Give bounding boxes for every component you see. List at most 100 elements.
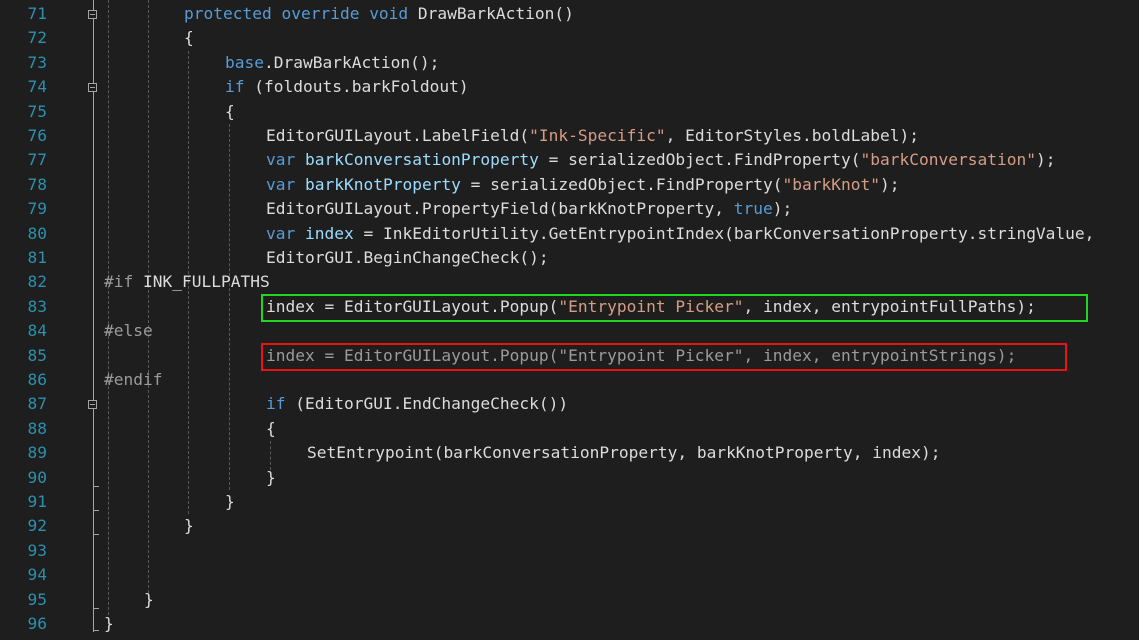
outline-line bbox=[93, 92, 94, 401]
code-line[interactable]: base.DrawBarkAction(); bbox=[225, 51, 439, 75]
outline-end-tick bbox=[93, 534, 99, 536]
code-line[interactable]: var index = InkEditorUtility.GetEntrypoi… bbox=[266, 222, 1094, 246]
line-number: 87 bbox=[27, 394, 48, 414]
code-line[interactable]: var barkKnotProperty = serializedObject.… bbox=[266, 173, 900, 197]
line-number: 74 bbox=[27, 77, 48, 97]
code-token: SetEntrypoint(barkConversationProperty, … bbox=[307, 443, 941, 463]
keyword-token: void bbox=[369, 4, 409, 23]
collapse-toggle-icon[interactable] bbox=[88, 10, 97, 19]
indent-guide bbox=[229, 124, 230, 490]
code-line[interactable]: { bbox=[266, 417, 276, 441]
outline-line bbox=[93, 19, 94, 84]
line-number: 82 bbox=[27, 272, 48, 292]
code-token: { bbox=[225, 101, 235, 121]
line-number: 72 bbox=[27, 28, 48, 48]
keyword-token: if bbox=[266, 394, 286, 414]
code-line[interactable]: } bbox=[144, 588, 154, 612]
code-line[interactable]: } bbox=[184, 514, 194, 538]
code-token: = serializedObject.FindProperty( bbox=[538, 150, 861, 170]
code-line[interactable]: var barkConversationProperty = serialize… bbox=[266, 148, 1055, 172]
string-token: "Ink-Specific" bbox=[529, 126, 666, 145]
code-token: ); bbox=[772, 199, 793, 219]
preprocessor-token: #endif bbox=[104, 370, 163, 389]
preprocessor-token: #if bbox=[104, 272, 134, 292]
code-token: (foldouts.barkFoldout) bbox=[244, 77, 469, 97]
code-token: } bbox=[266, 467, 276, 487]
keyword-token: var bbox=[266, 223, 296, 243]
keyword-token: var bbox=[266, 174, 296, 194]
preprocessor-token: #else bbox=[104, 321, 153, 341]
code-token: { bbox=[266, 418, 276, 438]
code-line[interactable]: } bbox=[225, 490, 235, 514]
line-number: 84 bbox=[27, 321, 48, 341]
code-line[interactable]: EditorGUILayout.LabelField("Ink-Specific… bbox=[266, 124, 919, 148]
line-number: 76 bbox=[27, 126, 48, 145]
indent-guide bbox=[108, 0, 109, 630]
code-line[interactable]: EditorGUILayout.PropertyField(barkKnotPr… bbox=[266, 197, 792, 221]
line-number: 75 bbox=[27, 101, 48, 121]
keyword-token: base bbox=[225, 52, 264, 72]
line-number: 78 bbox=[27, 174, 48, 194]
code-line[interactable]: protected override void DrawBarkAction() bbox=[184, 2, 574, 26]
line-number: 73 bbox=[27, 52, 48, 72]
code-token: ); bbox=[880, 174, 900, 194]
code-editor[interactable]: 71 72 73 74 75 76 77 78 79 80 81 82 83 84 85 86 87 88 89 90… bbox=[0, 0, 1139, 640]
code-token: } bbox=[104, 614, 114, 633]
green-highlight-box bbox=[261, 293, 1088, 322]
code-line[interactable]: #else bbox=[104, 319, 153, 343]
code-token: } bbox=[184, 516, 194, 536]
code-line[interactable]: if (EditorGUI.EndChangeCheck()) bbox=[266, 392, 568, 416]
code-line[interactable]: SetEntrypoint(barkConversationProperty, … bbox=[307, 441, 940, 465]
code-token: } bbox=[144, 589, 154, 609]
string-token: "barkKnot" bbox=[782, 174, 881, 194]
keyword-token: override bbox=[281, 4, 360, 23]
code-token: } bbox=[225, 492, 235, 511]
code-line[interactable]: #endif bbox=[104, 368, 162, 392]
code-line[interactable]: } bbox=[104, 612, 114, 636]
keyword-token: var bbox=[266, 150, 296, 170]
code-token: DrawBarkAction() bbox=[408, 4, 574, 23]
keyword-token: protected bbox=[184, 4, 272, 23]
code-token: .DrawBarkAction(); bbox=[263, 52, 440, 72]
line-number: 89 bbox=[27, 443, 48, 463]
code-token: { bbox=[184, 28, 194, 48]
code-line[interactable]: { bbox=[184, 26, 194, 50]
line-number: 91 bbox=[27, 492, 48, 511]
code-token: EditorGUILayout.PropertyField(barkKnotPr… bbox=[266, 199, 734, 219]
variable-token: barkKnotProperty bbox=[305, 174, 461, 194]
line-number: 88 bbox=[27, 418, 48, 438]
collapse-toggle-icon[interactable] bbox=[88, 83, 97, 93]
outline-end-tick bbox=[93, 607, 99, 609]
code-line[interactable]: } bbox=[266, 466, 276, 490]
line-number: 90 bbox=[27, 467, 48, 487]
outline-end-tick bbox=[93, 510, 99, 511]
line-number: 93 bbox=[27, 540, 48, 560]
code-line[interactable]: { bbox=[225, 100, 235, 124]
line-number: 96 bbox=[27, 614, 48, 633]
red-highlight-box bbox=[261, 342, 1068, 371]
keyword-token: if bbox=[225, 77, 245, 97]
code-token: INK_FULLPATHS bbox=[133, 272, 270, 292]
variable-token: index bbox=[305, 223, 354, 243]
code-line[interactable]: if (foldouts.barkFoldout) bbox=[225, 75, 469, 99]
code-token: EditorGUILayout.LabelField( bbox=[266, 126, 530, 145]
code-token: EditorGUI.BeginChangeCheck(); bbox=[266, 248, 549, 267]
line-number: 95 bbox=[27, 589, 48, 609]
code-line[interactable]: EditorGUI.BeginChangeCheck(); bbox=[266, 246, 549, 270]
line-number: 80 bbox=[27, 223, 48, 243]
code-line[interactable]: #if INK_FULLPATHS bbox=[104, 270, 270, 294]
code-token: ); bbox=[1035, 150, 1056, 170]
line-number: 83 bbox=[27, 296, 48, 316]
indent-guide bbox=[148, 0, 149, 608]
code-token: (EditorGUI.EndChangeCheck()) bbox=[285, 394, 569, 414]
outline-end-tick bbox=[93, 630, 99, 631]
string-token: "barkConversation" bbox=[860, 150, 1036, 170]
line-number: 92 bbox=[27, 516, 48, 536]
line-number: 79 bbox=[27, 199, 48, 219]
outline-line bbox=[93, 409, 94, 632]
collapse-toggle-icon[interactable] bbox=[88, 400, 97, 410]
